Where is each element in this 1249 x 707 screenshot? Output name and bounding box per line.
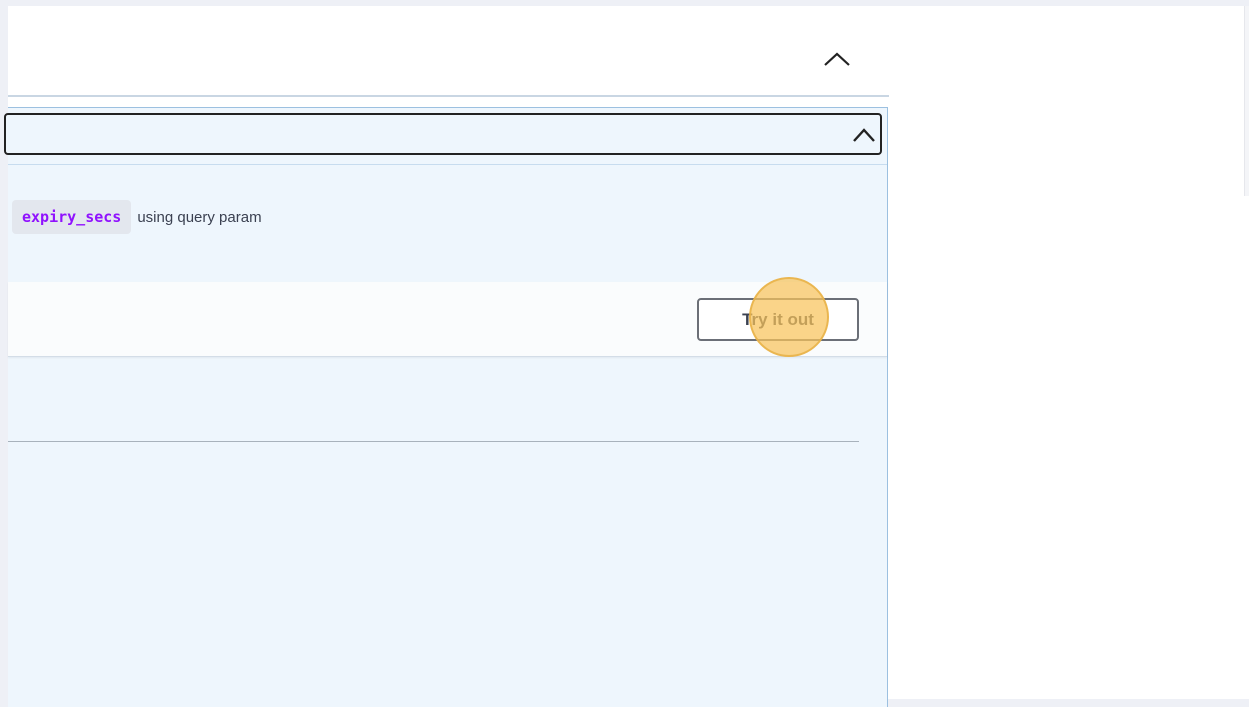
operation-summary[interactable]	[4, 113, 882, 155]
parameters-divider	[8, 441, 859, 442]
swagger-page: expiry_secs using query param Try it out	[4, 6, 1249, 707]
parameters-header: Try it out	[8, 282, 887, 357]
section-divider	[8, 95, 889, 97]
page-scrollbar[interactable]	[1244, 6, 1249, 196]
param-code: expiry_secs	[12, 200, 132, 234]
section-collapse-button[interactable]	[820, 42, 854, 76]
chevron-up-icon	[853, 128, 875, 142]
summary-divider	[8, 164, 887, 165]
operation-block: expiry_secs using query param Try it out	[4, 107, 888, 707]
operation-description: expiry_secs using query param	[12, 200, 262, 234]
chevron-up-icon	[824, 52, 850, 66]
try-it-out-button[interactable]: Try it out	[697, 298, 859, 341]
param-description-text: using query param	[137, 208, 262, 226]
operation-collapse-button[interactable]	[850, 121, 878, 149]
